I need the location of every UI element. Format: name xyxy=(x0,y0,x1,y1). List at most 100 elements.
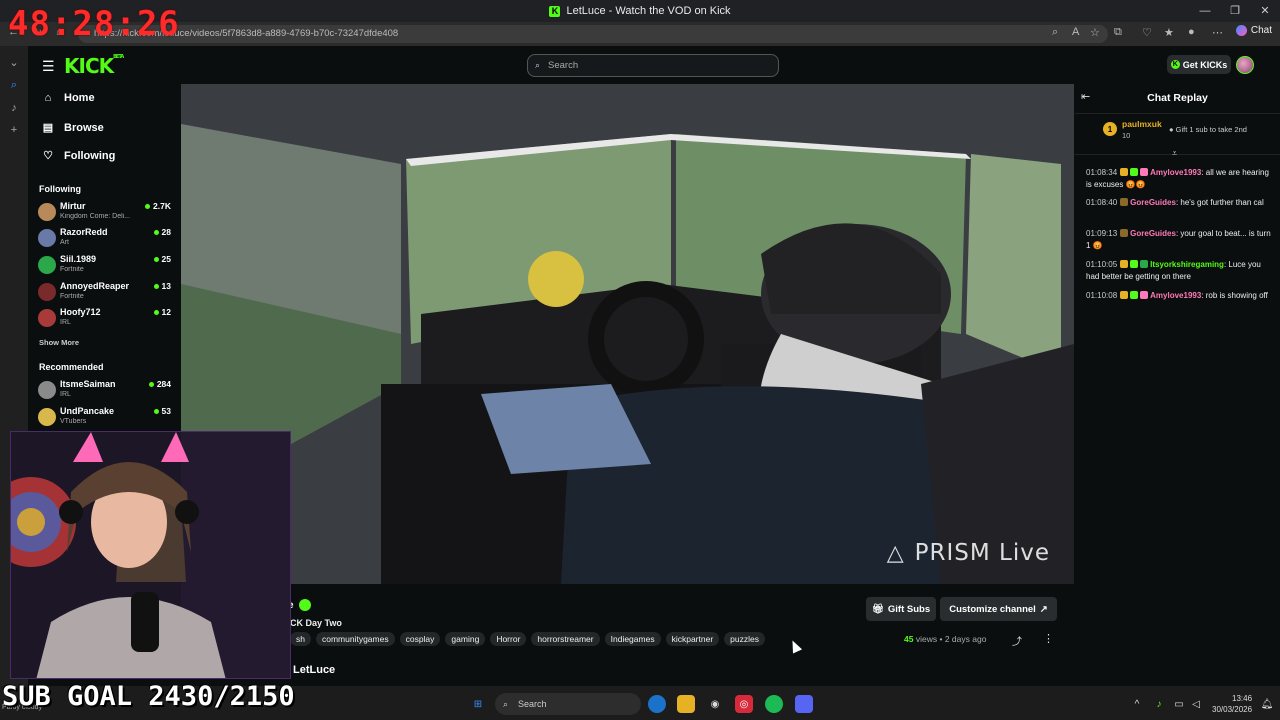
message-time: 01:08:40 xyxy=(1086,198,1118,207)
address-bar-row: ← ↻ ⌂ https://kick.com/letluce/videos/5f… xyxy=(0,22,1280,46)
tag[interactable]: kickpartner xyxy=(665,632,720,646)
crown-badge-icon xyxy=(1120,168,1129,176)
expand-leaderboard-icon[interactable]: ⩡ xyxy=(1172,148,1177,159)
tag[interactable]: Horror xyxy=(490,632,527,646)
avatar xyxy=(38,256,56,274)
share-icon[interactable]: ⤴ xyxy=(1012,633,1022,648)
app-icon[interactable]: ◎ xyxy=(735,695,753,713)
discord-icon[interactable] xyxy=(795,695,813,713)
chevron-down-icon[interactable]: ⌄ xyxy=(0,56,28,69)
read-aloud-icon[interactable]: A xyxy=(1072,26,1079,38)
tag[interactable]: gaming xyxy=(445,632,486,646)
search-rail-icon[interactable]: ⌕ xyxy=(0,79,28,92)
spotify-icon[interactable] xyxy=(765,695,783,713)
copilot-chat-button[interactable]: Chat xyxy=(1235,25,1272,36)
gift-badge-icon xyxy=(1140,168,1149,176)
video-player[interactable]: △ PRISM Live xyxy=(181,84,1074,584)
channel-name: Mirtur xyxy=(60,201,86,211)
get-kicks-button[interactable]: K Get KICKs xyxy=(1167,55,1231,74)
message-time: 01:10:05 xyxy=(1086,260,1118,269)
viewer-count: 12 xyxy=(154,307,171,317)
gift-badge-icon xyxy=(1140,260,1149,268)
avatar xyxy=(38,381,56,399)
sidebar-item-following[interactable]: ♡ Following xyxy=(42,149,116,163)
followed-channel-siil[interactable]: Siil.1989 Fortnite 25 xyxy=(38,253,172,279)
message-user[interactable]: GoreGuides xyxy=(1130,198,1176,207)
chat-message: 01:08:34 Amylove1993: all we are hearing … xyxy=(1086,167,1272,190)
taskbar-search[interactable]: ⌕ Search xyxy=(495,693,641,715)
tag-list: sh communitygames cosplay gaming Horror … xyxy=(290,632,765,646)
system-tray-chevron-icon[interactable]: ^ xyxy=(1128,695,1146,713)
audio-icon[interactable]: ♪ xyxy=(0,102,28,114)
notifications-icon[interactable]: 🔔︎ xyxy=(1258,695,1276,713)
kicks-coin-icon: K xyxy=(1170,60,1180,69)
menu-dots-icon[interactable]: ⋯ xyxy=(1212,26,1223,39)
add-icon[interactable]: + xyxy=(0,124,28,136)
search-placeholder: Search xyxy=(548,60,579,71)
webcam-overlay xyxy=(10,431,291,679)
copilot-chat-label: Chat xyxy=(1250,25,1272,36)
network-icon[interactable]: ▭ xyxy=(1170,695,1188,713)
browse-icon: ▤ xyxy=(42,122,54,134)
tag[interactable]: cosplay xyxy=(399,632,441,646)
recommended-channel-undpancake[interactable]: UndPancake VTubers 53 xyxy=(38,405,172,431)
message-user[interactable]: Amylove1993 xyxy=(1150,291,1201,300)
tag[interactable]: communitygames xyxy=(315,632,395,646)
gift-sub-prompt[interactable]: ● Gift 1 sub to take 2nd xyxy=(1169,125,1247,134)
volume-icon[interactable]: ◁ xyxy=(1187,695,1205,713)
system-clock[interactable]: 13:46 30/03/2026 xyxy=(1212,693,1252,715)
avatar xyxy=(38,229,56,247)
show-more-link[interactable]: Show More xyxy=(39,338,79,347)
restore-button[interactable]: ❐ xyxy=(1220,0,1250,22)
gift-subs-button[interactable]: 🎁︎ Gift Subs xyxy=(866,597,936,621)
steam-icon[interactable]: ◉ xyxy=(706,695,724,713)
message-user[interactable]: Amylove1993 xyxy=(1150,168,1201,177)
channel-category: Kingdom Come: Deli... xyxy=(60,213,131,220)
tag[interactable]: puzzles xyxy=(724,632,765,646)
close-button[interactable]: ✕ xyxy=(1250,0,1280,22)
favorites-icon[interactable]: ★ xyxy=(1164,26,1174,39)
tag[interactable]: sh xyxy=(290,632,311,646)
followed-channel-annoyedreaper[interactable]: AnnoyedReaper Fortnite 13 xyxy=(38,280,172,306)
channel-name-heading[interactable]: LetLuce xyxy=(293,664,335,676)
message-user[interactable]: GoreGuides xyxy=(1130,229,1176,238)
recommended-channel-itsmesaiman[interactable]: ItsmeSaiman IRL 284 xyxy=(38,378,172,404)
more-options-icon[interactable]: ⋮ xyxy=(1043,632,1054,645)
sidebar-item-home[interactable]: ⌂ Home xyxy=(42,92,95,104)
sidebar-item-browse[interactable]: ▤ Browse xyxy=(42,121,104,135)
search-input[interactable]: ⌕ Search xyxy=(527,54,779,77)
leaderboard-rank-badge: 1 xyxy=(1103,122,1117,136)
avatar xyxy=(38,203,56,221)
customize-channel-button[interactable]: Customize channel ↗ xyxy=(940,597,1057,621)
favorite-star-icon[interactable]: ☆ xyxy=(1090,26,1100,39)
followed-channel-razorredd[interactable]: RazorRedd Art 28 xyxy=(38,226,172,252)
profile-icon[interactable]: ● xyxy=(1188,26,1195,38)
followed-channel-mirtur[interactable]: Mirtur Kingdom Come: Deli... 2.7K xyxy=(38,200,172,226)
kick-logo[interactable]: KICKBETA xyxy=(64,54,124,78)
zoom-icon[interactable]: ⌕ xyxy=(1052,26,1058,39)
followed-channel-hoofy712[interactable]: Hoofy712 IRL 12 xyxy=(38,306,172,332)
leaderboard-user[interactable]: paulmxuk xyxy=(1122,119,1162,129)
clock-time: 13:46 xyxy=(1232,694,1253,703)
crown-badge-icon xyxy=(1120,260,1129,268)
hamburger-menu-icon[interactable]: ☰ xyxy=(42,58,55,75)
windows-start-icon[interactable]: ⊞ xyxy=(469,695,487,713)
extensions-icon[interactable]: ⧉ xyxy=(1114,26,1122,39)
url-field[interactable]: https://kick.com/letluce/videos/5f7863d8… xyxy=(78,25,1108,43)
verified-badge-icon xyxy=(299,599,311,611)
message-user[interactable]: Itsyorkshiregaming xyxy=(1150,260,1224,269)
message-time: 01:09:13 xyxy=(1086,229,1118,238)
browser-essentials-icon[interactable]: ♡ xyxy=(1142,26,1152,39)
tag[interactable]: Indiegames xyxy=(604,632,661,646)
tag[interactable]: horrorstreamer xyxy=(531,632,600,646)
user-avatar[interactable] xyxy=(1236,56,1254,74)
microphone-icon[interactable]: ♪ xyxy=(1150,695,1168,713)
sidebar-item-label: Following xyxy=(64,149,116,162)
edge-browser-icon[interactable] xyxy=(648,695,666,713)
prism-watermark-text: PRISM Live xyxy=(914,540,1050,566)
clock-date: 30/03/2026 xyxy=(1212,705,1253,714)
minimize-button[interactable]: — xyxy=(1190,0,1220,22)
chat-message: 01:08:40 GoreGuides: he's got further tha… xyxy=(1086,197,1272,209)
file-explorer-icon[interactable] xyxy=(677,695,695,713)
prism-triangle-icon: △ xyxy=(886,540,905,566)
